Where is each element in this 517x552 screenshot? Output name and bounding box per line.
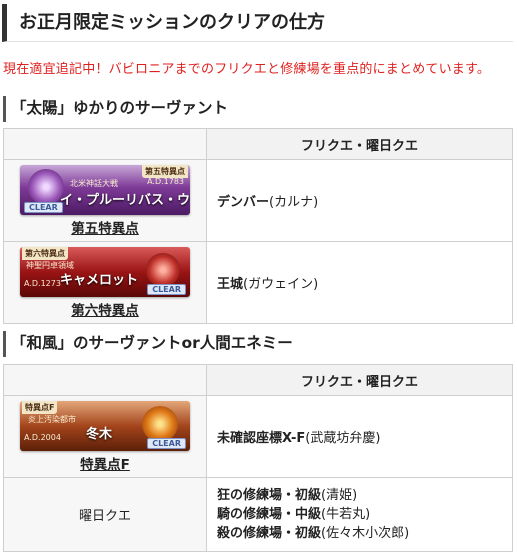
quest-name: デンバー	[217, 195, 270, 210]
banner-tag: 第六特異点	[22, 246, 68, 260]
quest-cell: 王城(ガウェイン)	[206, 241, 513, 324]
list-item: 殺の修練場・初級(佐々木小次郎)	[217, 524, 511, 543]
quest-cell: 狂の修練場・初級(清姫) 騎の修練場・中級(牛若丸) 殺の修練場・初級(佐々木小…	[206, 477, 513, 552]
singularity-f-link[interactable]: 特異点F	[4, 453, 206, 473]
quest-name: 騎の修練場・中級	[217, 507, 322, 522]
section-title-sun: 「太陽」ゆかりのサーヴァント	[3, 96, 513, 122]
singularity-5-banner[interactable]: 第五特異点 北米神話大戦 A.D.1783 イ・プルーリバス・ウナム CLEAR	[20, 164, 190, 215]
table-header-empty	[3, 364, 207, 396]
singularity-cell: 特異点F 炎上汚染都市 A.D.2004 冬木 CLEAR 特異点F	[3, 395, 207, 478]
quest-name: 狂の修練場・初級	[217, 488, 322, 503]
table-header-empty	[3, 128, 207, 160]
banner-subtitle: 北米神話大戦	[70, 178, 118, 188]
quest-cell: 未確認座標X-F(武蔵坊弁慶)	[206, 395, 513, 478]
quest-name: 殺の修練場・初級	[217, 526, 322, 541]
table-header-quest: フリクエ・曜日クエ	[206, 364, 513, 396]
clear-badge: CLEAR	[147, 283, 186, 295]
singularity-cell: 第五特異点 北米神話大戦 A.D.1783 イ・プルーリバス・ウナム CLEAR…	[3, 159, 207, 242]
daily-quest-label: 曜日クエ	[3, 477, 207, 552]
quest-enemy: (ガウェイン)	[243, 277, 319, 292]
clear-badge: CLEAR	[147, 437, 186, 449]
page-heading: お正月限定ミッションのクリアの仕方	[2, 4, 513, 42]
table-row: 特異点F 炎上汚染都市 A.D.2004 冬木 CLEAR 特異点F 未確認座標…	[3, 395, 513, 478]
banner-title: 冬木	[86, 426, 113, 442]
singularity-6-banner[interactable]: 第六特異点 神聖円卓領域 A.D.1273 キャメロット CLEAR	[20, 246, 190, 297]
banner-title: キャメロット	[60, 272, 139, 288]
table-row: 第五特異点 北米神話大戦 A.D.1783 イ・プルーリバス・ウナム CLEAR…	[3, 159, 513, 242]
quest-enemy: (牛若丸)	[321, 507, 371, 522]
quest-enemy: (清姫)	[321, 488, 358, 503]
table-row: 第六特異点 神聖円卓領域 A.D.1273 キャメロット CLEAR 第六特異点…	[3, 241, 513, 324]
clear-badge: CLEAR	[24, 201, 63, 213]
banner-tag: 特異点F	[22, 400, 58, 414]
banner-title: イ・プルーリバス・ウナム	[60, 192, 190, 208]
emblem-icon	[146, 252, 180, 287]
banner-date: A.D.1273	[24, 278, 61, 288]
sun-servant-table: フリクエ・曜日クエ 第五特異点 北米神話大戦 A.D.1783 イ・プルーリバス…	[3, 128, 513, 324]
quest-enemy: (佐々木小次郎)	[321, 526, 410, 541]
banner-date: A.D.1783	[147, 176, 184, 186]
update-notice: 現在適宜追記中！バビロニアまでのフリクエと修練場を重点的にまとめています。	[3, 62, 491, 77]
emblem-icon	[28, 168, 64, 205]
banner-date: A.D.2004	[24, 432, 61, 442]
table-header-quest: フリクエ・曜日クエ	[206, 128, 513, 160]
list-item: 狂の修練場・初級(清姫)	[217, 486, 511, 505]
list-item: 騎の修練場・中級(牛若丸)	[217, 505, 511, 524]
section-title-japanese: 「和風」のサーヴァントor人間エネミー	[3, 331, 513, 357]
japanese-servant-table: フリクエ・曜日クエ 特異点F 炎上汚染都市 A.D.2004 冬木 CLEAR …	[3, 364, 513, 552]
quest-enemy: (武蔵坊弁慶)	[305, 431, 381, 446]
quest-name: 未確認座標X-F	[217, 431, 306, 446]
emblem-icon	[142, 405, 178, 442]
quest-enemy: (カルナ)	[269, 195, 319, 210]
singularity-6-link[interactable]: 第六特異点	[4, 299, 206, 319]
quest-cell: デンバー(カルナ)	[206, 159, 513, 242]
singularity-f-banner[interactable]: 特異点F 炎上汚染都市 A.D.2004 冬木 CLEAR	[20, 400, 190, 451]
singularity-5-link[interactable]: 第五特異点	[4, 217, 206, 237]
singularity-cell: 第六特異点 神聖円卓領域 A.D.1273 キャメロット CLEAR 第六特異点	[3, 241, 207, 324]
quest-name: 王城	[217, 277, 244, 292]
table-row: 曜日クエ 狂の修練場・初級(清姫) 騎の修練場・中級(牛若丸) 殺の修練場・初級…	[3, 477, 513, 552]
banner-subtitle: 炎上汚染都市	[28, 414, 76, 424]
